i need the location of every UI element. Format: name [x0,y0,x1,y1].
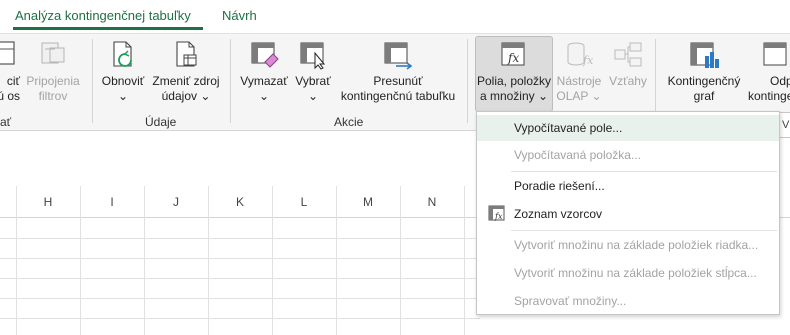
move-pivottable-button[interactable]: Presunúť kontingenčnú tabuľku [336,34,460,112]
fields-items-sets-menu: Vypočítavané pole... Vypočítavaná položk… [476,111,780,315]
grid-column-line [208,186,209,335]
svg-text:fx: fx [507,51,519,65]
grid-row-line [0,258,480,259]
grid-column-line [80,186,81,335]
column-header-i[interactable]: I [80,195,144,209]
menu-item-label: Vypočítavaná položka... [514,148,641,162]
select-label: Vybrať [295,74,331,88]
grid-row-line [0,278,480,279]
pivotchart-label-2: graf [693,89,715,103]
menu-item-label: Spravovať množiny... [514,294,627,308]
partial-icon [0,41,15,65]
column-header-l[interactable]: L [272,195,336,209]
change-source-icon [176,41,197,67]
column-header-j[interactable]: J [144,195,208,209]
tab-pivottable-analyze[interactable]: Analýza kontingenčnej tabuľky [15,8,191,23]
relationships-icon [614,42,642,67]
change-data-source-button[interactable]: Zmeniť zdroj údajov ⌄ [150,34,222,112]
move-table-icon [384,42,413,70]
group-label-actions: Akcie [334,115,364,129]
menu-item-label: Vytvoriť množinu na základe položiek ria… [514,238,759,252]
relationships-label: Vzťahy [609,74,647,88]
ribbon-tabs: Analýza kontingenčnej tabuľky Návrh [0,0,790,33]
select-cursor-icon [300,42,326,70]
grid-column-line [16,186,17,335]
grid-column-line [464,186,465,335]
menu-item-create-set-rows[interactable]: Vytvoriť množinu na základe položiek ria… [477,232,779,258]
fields-label-2: a množiny ⌄ [479,89,549,103]
olap-cylinder-icon: fx [567,42,594,67]
active-tab-indicator [13,27,203,30]
refresh-label: Obnoviť [101,74,145,88]
tab-design[interactable]: Návrh [222,8,257,23]
fields-items-sets-button[interactable]: fx Polia, položky a množiny ⌄ [475,34,553,112]
filter-connections-button[interactable]: Pripojenia filtrov [24,34,82,112]
grid-column-line [336,186,337,335]
group-label-partial: ať [0,115,12,129]
change-source-label-1: Zmeniť zdroj [152,74,220,88]
recommended-label-2: kontinge [748,89,790,103]
recommended-label-1: Odp [770,74,790,88]
grid-row-line [0,318,480,319]
olap-label-1: Nástroje [556,74,602,88]
change-source-label-2: údajov ⌄ [161,89,211,103]
fields-label-1: Polia, položky [476,74,552,88]
filter-connections-label-2: filtrov [38,89,68,103]
column-header-k[interactable]: K [208,195,272,209]
svg-text:fx: fx [494,212,503,221]
partial-label-2: ú os [0,89,20,103]
filter-connections-label-1: Pripojenia [26,74,80,88]
group-separator [230,39,231,123]
grid-column-line [144,186,145,335]
grid-column-line [272,186,273,335]
column-header-m[interactable]: M [336,195,400,209]
column-header-h[interactable]: H [16,195,80,209]
menu-item-label: Poradie riešení... [514,179,605,193]
menu-item-label: Zoznam vzorcov [514,207,603,221]
relationships-button[interactable]: Vzťahy [606,34,650,112]
pivotchart-label-1: Kontingenčný [667,74,741,88]
menu-item-create-set-columns[interactable]: Vytvoriť množinu na základe položiek stĺ… [477,260,779,286]
grid-row-line [0,238,480,239]
menu-item-manage-sets[interactable]: Spravovať množiny... [477,288,779,314]
menu-separator [511,171,777,172]
partial-label-1: ciť [6,74,20,88]
pivot-chart-icon [690,42,719,68]
menu-item-label: Vypočítavané pole... [514,121,623,135]
clear-button[interactable]: Vymazať ⌄ [238,34,290,112]
group-label-data: Údaje [145,115,177,129]
column-header-n[interactable]: N [400,195,464,209]
select-button[interactable]: Vybrať ⌄ [292,34,334,112]
filter-connections-icon [41,42,65,64]
clear-label: Vymazať [240,74,288,88]
group-separator [92,39,93,123]
menu-item-calculated-field[interactable]: Vypočítavané pole... [477,115,779,141]
refresh-icon [113,41,132,67]
eraser-icon [251,42,279,68]
menu-item-label: Vytvoriť množinu na základe položiek stĺ… [514,266,757,280]
recommended-icon [763,42,787,66]
group-separator [467,39,468,123]
menu-item-solve-order[interactable]: Poradie riešení... [477,173,779,199]
olap-tools-button[interactable]: fx Nástroje OLAP ⌄ [554,34,604,112]
menu-item-calculated-item[interactable]: Vypočítavaná položka... [477,142,779,168]
recommended-pivottables-button[interactable]: Odp kontinge [748,34,790,112]
menu-item-list-formulas[interactable]: fx Zoznam vzorcov [477,201,779,227]
clear-dropdown-arrow[interactable]: ⌄ [238,89,290,104]
list-formulas-icon: fx [488,205,505,221]
menu-separator [511,230,777,231]
partial-left-button[interactable]: ciť ú os [0,34,22,112]
olap-label-2: OLAP ⌄ [556,89,602,103]
move-label-1: Presunúť [373,74,423,88]
pivotchart-button[interactable]: Kontingenčný graf [662,34,746,112]
select-dropdown-arrow[interactable]: ⌄ [292,89,334,104]
grid-column-line [400,186,401,335]
refresh-dropdown-arrow[interactable]: ⌄ [98,89,148,104]
svg-text:fx: fx [582,54,594,67]
formula-fx-icon: fx [501,42,525,66]
refresh-button[interactable]: Obnoviť ⌄ [98,34,148,112]
grid-row-line [0,298,480,299]
move-label-2: kontingenčnú tabuľku [340,89,456,103]
